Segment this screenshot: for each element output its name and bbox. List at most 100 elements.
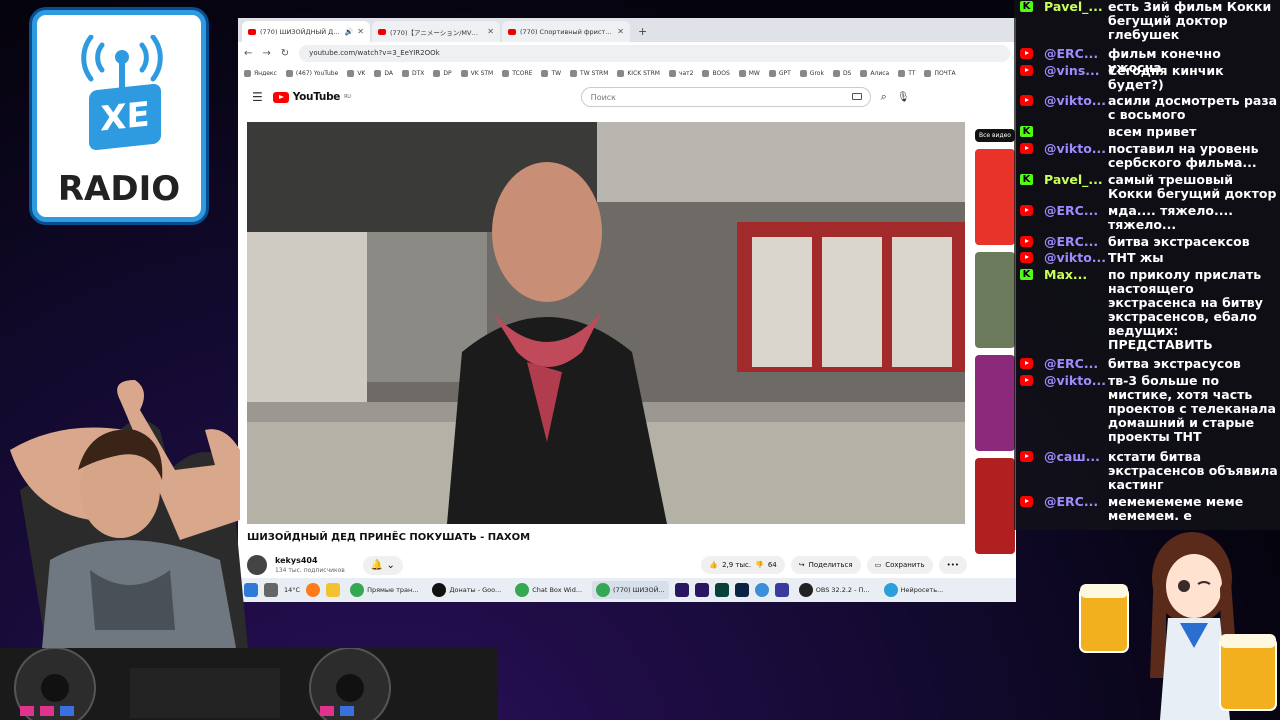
bookmark-label: TW STRM bbox=[580, 69, 609, 77]
audition-icon[interactable] bbox=[714, 583, 729, 597]
bookmark-item[interactable]: GPT bbox=[768, 69, 791, 77]
taskbar-item-label: Прямые тран... bbox=[367, 586, 419, 594]
recommendation-thumbnail[interactable] bbox=[975, 149, 1015, 245]
share-button[interactable]: ↪ Поделиться bbox=[790, 556, 861, 574]
recommendation-thumbnail[interactable] bbox=[975, 355, 1015, 451]
save-button[interactable]: ▭ Сохранить bbox=[866, 556, 933, 574]
taskbar-item[interactable]: Прямые тран... bbox=[346, 581, 422, 599]
share-label: Поделиться bbox=[808, 561, 853, 569]
taskbar-item[interactable]: Chat Box Wid... bbox=[511, 581, 586, 599]
chat-text: есть 3ий фильм Кокки бегущий доктор глеб… bbox=[1108, 0, 1272, 42]
dj-controller bbox=[0, 648, 498, 720]
chat-text: по приколу прислать настоящего экстрасен… bbox=[1108, 267, 1263, 352]
taskbar-item[interactable]: Донаты - Goo... bbox=[428, 581, 505, 599]
radio-logo: XE RADIO bbox=[32, 10, 206, 222]
taskbar-item[interactable]: Нейросеть... bbox=[880, 581, 948, 599]
bookmark-item[interactable]: DTX bbox=[401, 69, 424, 77]
bookmark-item[interactable]: чат2 bbox=[668, 69, 694, 77]
reload-icon[interactable]: ↻ bbox=[281, 48, 289, 59]
bookmark-item[interactable]: VK STM bbox=[460, 69, 493, 77]
chat-text: Сегодня кинчик будет?) bbox=[1108, 63, 1224, 92]
recommendations: Все видео bbox=[975, 122, 1015, 554]
firefox-icon[interactable] bbox=[306, 583, 321, 597]
bookmark-favicon-icon bbox=[768, 69, 776, 77]
more-button[interactable]: ••• bbox=[938, 556, 967, 574]
youtube-icon bbox=[1020, 451, 1033, 462]
taskbar-item[interactable]: OBS 32.2.2 - П... bbox=[795, 581, 874, 599]
bookmark-label: Яндекс bbox=[254, 69, 277, 77]
bookmark-item[interactable]: DA bbox=[374, 69, 393, 77]
bookmark-item[interactable]: MW bbox=[738, 69, 760, 77]
channel-name[interactable]: kekys404 bbox=[275, 556, 345, 565]
bookmark-favicon-icon bbox=[570, 69, 578, 77]
taskbar-item-label: Нейросеть... bbox=[900, 586, 944, 594]
tab-1[interactable]: (770) ШИЗОЙДНЫЙ ДЕД 🔊 ✕ bbox=[242, 21, 370, 42]
address-bar[interactable]: youtube.com/watch?v=3_EeYIR2OOk bbox=[299, 44, 1010, 62]
menu-icon[interactable]: ☰ bbox=[252, 90, 263, 104]
bookmark-favicon-icon bbox=[502, 69, 510, 77]
close-icon[interactable]: ✕ bbox=[357, 27, 364, 36]
bookmark-item[interactable]: TW STRM bbox=[570, 69, 609, 77]
taskbar-item-label: Chat Box Wid... bbox=[532, 586, 583, 594]
bookmark-favicon-icon bbox=[401, 69, 409, 77]
bookmark-item[interactable]: ПОЧТА bbox=[924, 69, 956, 77]
dislike-count: 64 bbox=[767, 561, 777, 569]
close-icon[interactable]: ✕ bbox=[617, 27, 624, 36]
bookmark-item[interactable]: TT bbox=[898, 69, 915, 77]
recommendation-thumbnail[interactable] bbox=[975, 458, 1015, 554]
recommendation-thumbnail[interactable] bbox=[975, 252, 1015, 348]
bookmark-favicon-icon bbox=[860, 69, 868, 77]
bookmark-item[interactable]: TW bbox=[541, 69, 561, 77]
bookmark-item[interactable]: KICK STRM bbox=[617, 69, 660, 77]
youtube-icon bbox=[1020, 65, 1033, 76]
keyboard-icon[interactable] bbox=[851, 93, 862, 100]
tab-3[interactable]: (770) Спортивный фристайл ✕ bbox=[502, 21, 630, 42]
bookmark-item[interactable]: (467) YouTube bbox=[285, 69, 338, 77]
tab-2[interactable]: (770)【アニメーション/MV】俺然進 ✕ bbox=[372, 21, 500, 42]
bookmark-item[interactable]: Яндекс bbox=[244, 69, 277, 77]
youtube-logo[interactable]: YouTube RU bbox=[272, 91, 351, 103]
chat-text: мемемемеме меме мемемем. е bbox=[1108, 494, 1244, 523]
bookmark-label: DA bbox=[384, 69, 393, 77]
youtube-favicon-icon bbox=[508, 28, 516, 35]
taskbar-item[interactable]: (770) ШИЗОЙ... bbox=[592, 581, 669, 599]
bookmark-item[interactable]: DS bbox=[832, 69, 851, 77]
bookmark-favicon-icon bbox=[898, 69, 906, 77]
premiere-icon[interactable] bbox=[694, 583, 709, 597]
bookmark-item[interactable]: VK bbox=[347, 69, 365, 77]
bell-icon[interactable]: 🔔 ⌄ bbox=[362, 555, 403, 575]
back-icon[interactable]: ← bbox=[244, 48, 252, 59]
chat-text: ТНТ жы bbox=[1108, 250, 1164, 265]
bookmark-item[interactable]: DP bbox=[433, 69, 452, 77]
like-button[interactable]: 👍 2,9 тыс. 👎 64 bbox=[701, 556, 785, 574]
youtube-wordmark: YouTube bbox=[292, 91, 341, 103]
recommend-chip[interactable]: Все видео bbox=[975, 129, 1015, 142]
bookmark-favicon-icon bbox=[668, 69, 676, 77]
speaker-icon: 🔊 bbox=[344, 27, 354, 36]
bookmark-favicon-icon bbox=[347, 69, 355, 77]
folder-icon[interactable] bbox=[326, 583, 341, 597]
new-tab-button[interactable]: + bbox=[632, 25, 653, 42]
globe-icon[interactable] bbox=[754, 583, 769, 597]
search-icon[interactable]: ⌕ bbox=[881, 90, 887, 104]
video-player[interactable] bbox=[247, 122, 965, 524]
save-icon[interactable] bbox=[774, 583, 789, 597]
nav-toolbar: ← → ↻ youtube.com/watch?v=3_EeYIR2OOk bbox=[238, 42, 1016, 64]
tab-title: (770) ШИЗОЙДНЫЙ ДЕД bbox=[260, 27, 341, 36]
forward-icon[interactable]: → bbox=[262, 48, 270, 59]
bookmark-item[interactable]: BOOS bbox=[702, 69, 730, 77]
thumbs-down-icon[interactable]: 👎 bbox=[755, 561, 764, 569]
bookmark-label: чат2 bbox=[678, 69, 694, 77]
bookmark-item[interactable]: TCORE bbox=[502, 69, 532, 77]
premiere-icon[interactable] bbox=[674, 583, 689, 597]
youtube-icon bbox=[1020, 95, 1033, 106]
chrome-icon bbox=[350, 583, 365, 597]
kick-icon: K bbox=[1020, 174, 1033, 185]
bookmark-item[interactable]: Алиса bbox=[860, 69, 889, 77]
bookmark-item[interactable]: Grok bbox=[799, 69, 824, 77]
photoshop-icon[interactable] bbox=[734, 583, 749, 597]
video-title: ШИЗОЙДНЫЙ ДЕД ПРИНЁС ПОКУШАТЬ - ПАХОМ bbox=[247, 532, 531, 543]
search-input[interactable]: Поиск bbox=[580, 87, 871, 107]
close-icon[interactable]: ✕ bbox=[487, 27, 494, 36]
microphone-icon[interactable]: 🎙 bbox=[897, 92, 910, 103]
